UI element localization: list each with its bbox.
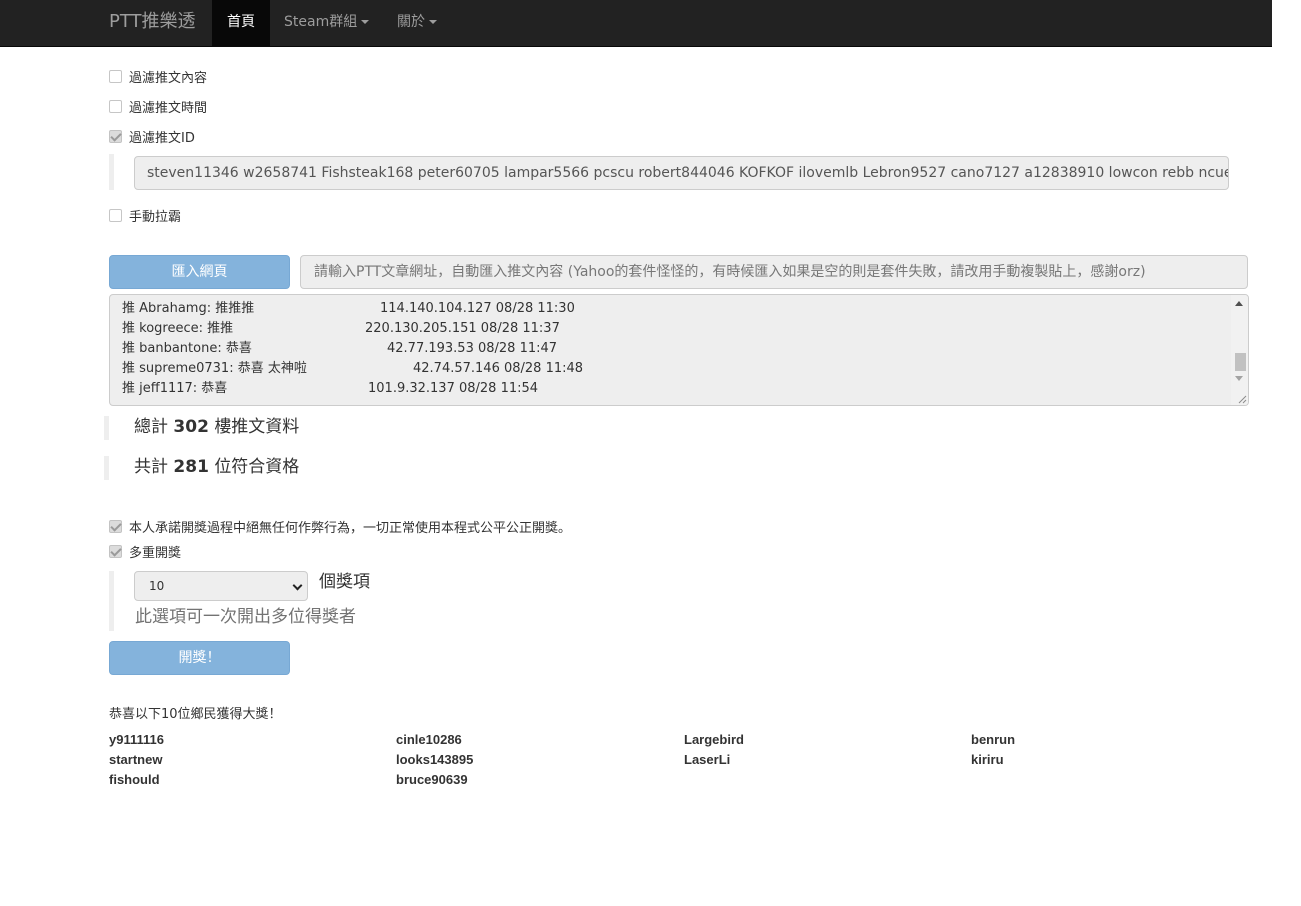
manual-pull-checkbox[interactable]: [109, 208, 122, 222]
quote-bar: [109, 571, 114, 631]
winner-name: LaserLi: [684, 752, 731, 767]
winner-name: startnew: [109, 752, 163, 767]
comment-text: 推 kogreece: 推推: [122, 321, 234, 336]
nav-about[interactable]: 關於: [382, 0, 452, 47]
help-text: 此選項可一次開出多位得獎者: [135, 607, 356, 627]
total-count: 302: [173, 417, 209, 437]
manual-pull-row[interactable]: 手動拉霸: [109, 205, 181, 225]
draw-button[interactable]: 開獎！: [109, 641, 290, 675]
winners-title: 恭喜以下10位鄉民獲得大獎！: [109, 707, 282, 722]
brand-link[interactable]: PTT推樂透: [109, 0, 196, 47]
scroll-up-icon[interactable]: [1235, 301, 1243, 306]
quote-bar: [104, 456, 109, 480]
chevron-down-icon: [292, 580, 303, 591]
nav-steam-group-label: Steam群組: [284, 14, 358, 30]
scroll-down-icon[interactable]: [1235, 376, 1243, 381]
resize-handle-icon[interactable]: [1237, 394, 1247, 404]
comment-line: 推 jeff1117: 恭喜: [122, 379, 227, 399]
filter-time-label: 過濾推文時間: [129, 100, 208, 116]
multi-draw-row[interactable]: 多重開獎: [109, 541, 181, 561]
quote-bar: [104, 416, 109, 440]
eligible-stat: 共計 281 位符合資格: [134, 455, 299, 479]
filter-id-input[interactable]: steven11346 w2658741 Fishsteak168 peter6…: [134, 156, 1229, 190]
filter-id-label: 過濾推文ID: [129, 130, 195, 146]
prize-count-value: 10: [149, 579, 165, 593]
prize-count-select[interactable]: 10: [134, 571, 308, 601]
filter-id-checkbox[interactable]: [109, 129, 122, 143]
total-suffix: 樓推文資料: [214, 417, 300, 437]
comment-line: 推 kogreece: 推推: [122, 319, 233, 339]
filter-time-checkbox[interactable]: [109, 99, 122, 113]
manual-pull-label: 手動拉霸: [129, 209, 182, 225]
comment-meta: 101.9.32.137 08/28 11:54: [368, 381, 539, 396]
eligible-count: 281: [173, 457, 209, 477]
comment-text: 推 jeff1117: 恭喜: [122, 381, 228, 396]
nav-home-label: 首頁: [227, 14, 255, 30]
multi-draw-checkbox[interactable]: [109, 544, 122, 558]
filter-id-row[interactable]: 過濾推文ID: [109, 126, 195, 146]
filter-time-row[interactable]: 過濾推文時間: [109, 96, 207, 116]
winner-name: bruce90639: [396, 772, 468, 787]
nav-about-label: 關於: [397, 14, 425, 30]
comment-text: 推 supreme0731: 恭喜 太神啦: [122, 361, 307, 376]
caret-down-icon: [361, 20, 370, 24]
winner-name: y9111116: [109, 732, 164, 747]
filter-content-row[interactable]: 過濾推文內容: [109, 66, 207, 86]
promise-row[interactable]: 本人承諾開獎過程中絕無任何作弊行為，一切正常使用本程式公平公正開獎。: [109, 516, 571, 536]
comment-text: 推 banbantone: 恭喜: [122, 341, 252, 356]
comment-meta: 42.77.193.53 08/28 11:47: [387, 341, 558, 356]
promise-label: 本人承諾開獎過程中絕無任何作弊行為，一切正常使用本程式公平公正開獎。: [129, 520, 572, 536]
total-stat: 總計 302 樓推文資料: [134, 415, 299, 439]
filter-content-label: 過濾推文內容: [129, 70, 208, 86]
navbar: PTT推樂透 首頁 Steam群組 關於: [0, 0, 1272, 47]
winner-name: Largebird: [684, 732, 744, 747]
comment-line: 推 supreme0731: 恭喜 太神啦: [122, 359, 307, 379]
comment-meta: 114.140.104.127 08/28 11:30: [380, 301, 575, 316]
promise-checkbox[interactable]: [109, 519, 122, 533]
filter-content-checkbox[interactable]: [109, 69, 122, 83]
import-button[interactable]: 匯入網頁: [109, 255, 290, 289]
page: PTT推樂透 首頁 Steam群組 關於 過濾推文內容 過濾推文時間 過濾推文I…: [0, 0, 1301, 906]
nav-steam-group[interactable]: Steam群組: [269, 0, 384, 47]
url-input[interactable]: 請輸入PTT文章網址，自動匯入推文內容 (Yahoo的套件怪怪的，有時候匯入如果…: [300, 255, 1248, 289]
comment-meta: 42.74.57.146 08/28 11:48: [413, 361, 584, 376]
eligible-suffix: 位符合資格: [214, 457, 300, 477]
eligible-prefix: 共計: [134, 457, 168, 477]
prize-label: 個獎項: [319, 572, 370, 592]
comment-line: 推 banbantone: 恭喜: [122, 339, 252, 359]
scroll-thumb[interactable]: [1235, 353, 1246, 371]
winner-name: cinle10286: [396, 732, 462, 747]
nav-home[interactable]: 首頁: [212, 0, 270, 47]
comments-textarea[interactable]: 推 Abrahamg: 推推推 114.140.104.127 08/28 11…: [109, 294, 1249, 406]
winner-name: kiriru: [971, 752, 1004, 767]
comment-meta: 220.130.205.151 08/28 11:37: [365, 321, 560, 336]
comment-text: 推 Abrahamg: 推推推: [122, 301, 255, 316]
comment-line: 推 Abrahamg: 推推推: [122, 299, 254, 319]
total-prefix: 總計: [134, 417, 168, 437]
multi-draw-label: 多重開獎: [129, 545, 182, 561]
quote-bar: [109, 154, 114, 190]
caret-down-icon: [429, 20, 437, 24]
winner-name: benrun: [971, 732, 1016, 747]
textarea-scrollbar[interactable]: [1231, 295, 1248, 405]
winner-name: fishould: [109, 772, 160, 787]
winner-name: looks143895: [396, 752, 474, 767]
